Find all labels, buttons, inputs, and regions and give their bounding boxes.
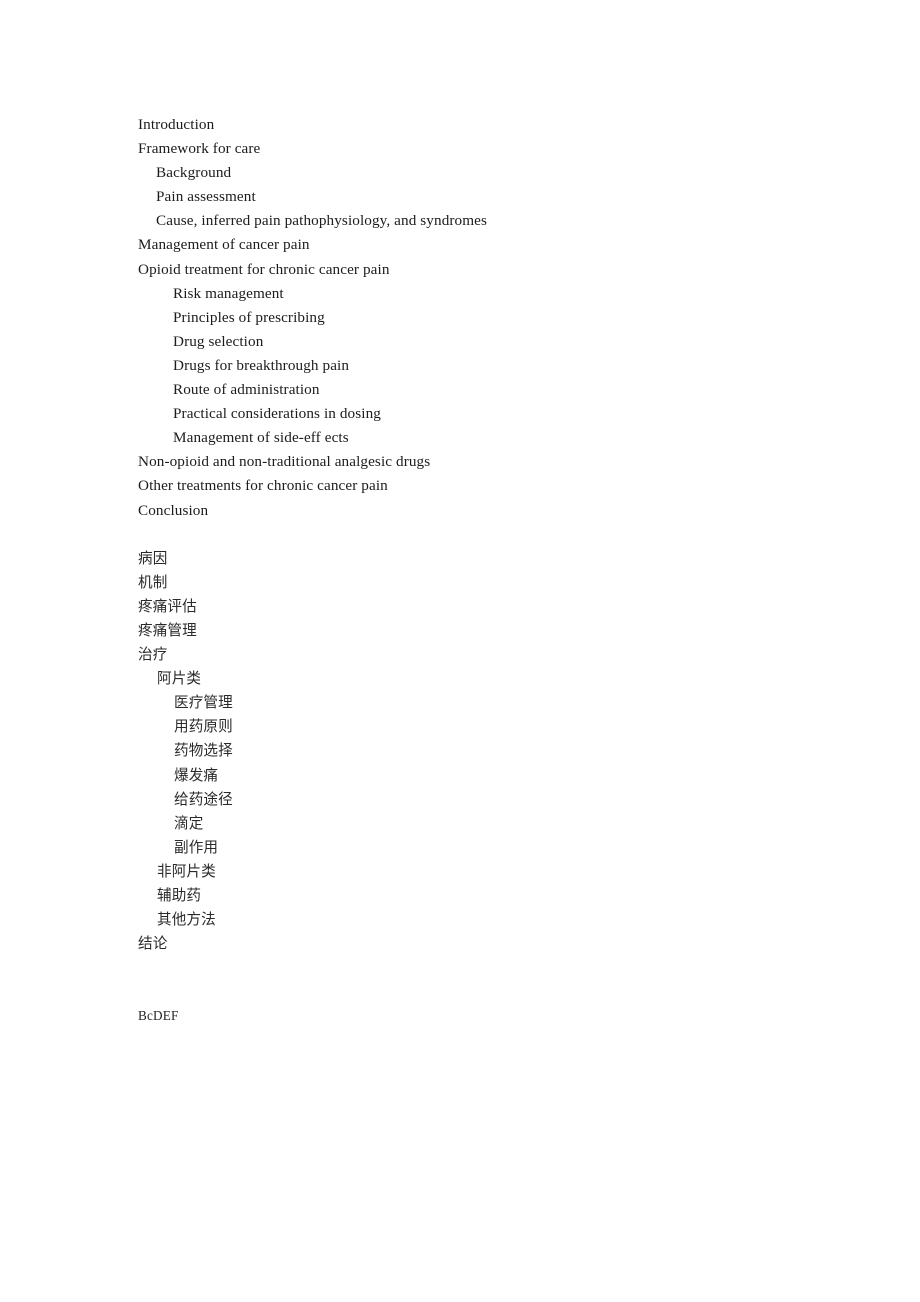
outline-item[interactable]: 滴定 [138, 812, 838, 836]
outline-item[interactable]: Risk management [138, 282, 838, 306]
outline-item[interactable]: 病因 [138, 547, 838, 571]
outline-item[interactable]: Practical considerations in dosing [138, 402, 838, 426]
outline-item[interactable]: Route of administration [138, 378, 838, 402]
outline-item[interactable]: 用药原则 [138, 715, 838, 739]
outline-item[interactable]: Background [138, 161, 838, 185]
outline-item[interactable]: Pain assessment [138, 185, 838, 209]
outline-item[interactable]: 其他方法 [138, 908, 838, 932]
footer-gap [138, 956, 838, 1004]
outline-item[interactable]: 副作用 [138, 836, 838, 860]
outline-item[interactable]: Introduction [138, 113, 838, 137]
outline-item[interactable]: 阿片类 [138, 667, 838, 691]
outline-item[interactable]: 爆发痛 [138, 764, 838, 788]
outline-item[interactable]: Framework for care [138, 137, 838, 161]
outline-item[interactable]: Other treatments for chronic cancer pain [138, 474, 838, 498]
english-outline-list: Introduction Framework for care Backgrou… [138, 113, 838, 523]
outline-item[interactable]: Drugs for breakthrough pain [138, 354, 838, 378]
outline-item[interactable]: Opioid treatment for chronic cancer pain [138, 258, 838, 282]
outline-item[interactable]: 疼痛评估 [138, 595, 838, 619]
outline-item[interactable]: 非阿片类 [138, 860, 838, 884]
outline-item[interactable]: 辅助药 [138, 884, 838, 908]
outline-item[interactable]: Principles of prescribing [138, 306, 838, 330]
outline-item[interactable]: Drug selection [138, 330, 838, 354]
outline-item[interactable]: 疼痛管理 [138, 619, 838, 643]
outline-item[interactable]: 药物选择 [138, 739, 838, 763]
outline-item[interactable]: 结论 [138, 932, 838, 956]
chinese-outline-list: 病因 机制 疼痛评估 疼痛管理 治疗 阿片类 医疗管理 用药原则 药物选择 爆发… [138, 547, 838, 957]
outline-item[interactable]: 治疗 [138, 643, 838, 667]
outline-item[interactable]: Cause, inferred pain pathophysiology, an… [138, 209, 838, 233]
outline-item[interactable]: Conclusion [138, 499, 838, 523]
outline-item[interactable]: 医疗管理 [138, 691, 838, 715]
outline-item[interactable]: 给药途径 [138, 788, 838, 812]
outline-item[interactable]: Non-opioid and non-traditional analgesic… [138, 450, 838, 474]
footer-mark: BcDEF [138, 1008, 179, 1024]
document-page: Introduction Framework for care Backgrou… [0, 0, 920, 1302]
outline-item[interactable]: Management of side-eff ects [138, 426, 838, 450]
outline-item[interactable]: Management of cancer pain [138, 233, 838, 257]
outline-container: Introduction Framework for care Backgrou… [138, 113, 838, 1029]
outline-item[interactable]: 机制 [138, 571, 838, 595]
